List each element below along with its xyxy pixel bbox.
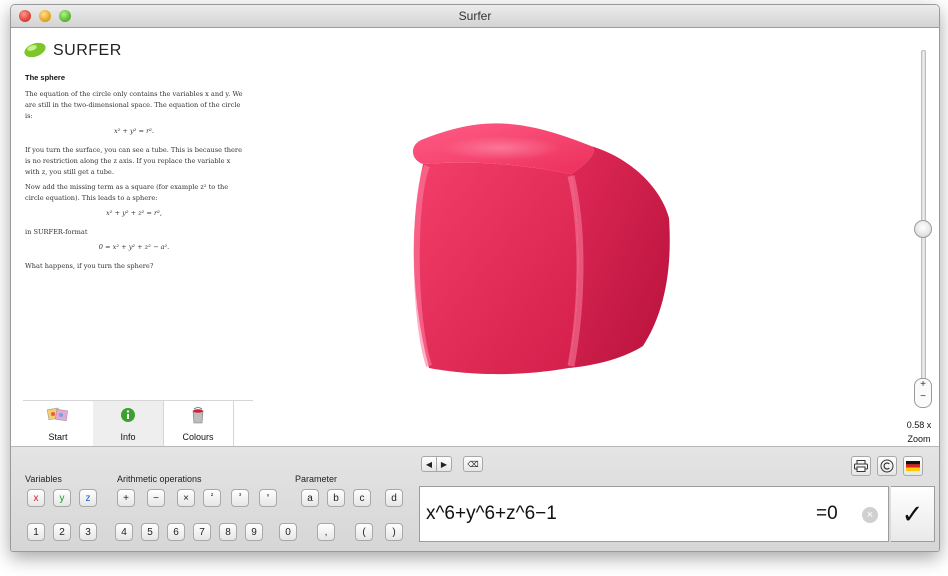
equation-input[interactable]: x^6+y^6+z^6−1 =0 × [419,486,889,542]
german-flag-icon [906,461,920,471]
key-digit[interactable]: 7 [193,523,211,541]
app-window: Surfer SURFER The sphere The equation of… [10,4,940,552]
surface-render[interactable] [331,68,751,428]
info-paragraph: in SURFER-format [25,228,88,236]
variables-label: Variables [25,474,62,484]
key-power-n[interactable]: ⁿ [259,489,277,507]
surfer-leaf-icon [24,42,46,58]
equation-text[interactable]: x^6+y^6+z^6−1 [426,503,557,525]
key-comma[interactable]: , [317,523,335,541]
tab-colours[interactable]: Colours [163,401,234,447]
info-paragraph: If you turn the surface, you can see a t… [25,146,242,176]
tab-start-label: Start [48,432,68,442]
clear-equation-icon[interactable]: × [862,507,878,523]
cursor-right-button[interactable]: ▶ [436,456,452,472]
cursor-left-button[interactable]: ◀ [421,456,437,472]
tab-start[interactable]: Start [23,401,94,447]
equation-rhs: =0 [816,503,838,524]
key-plus[interactable]: + [117,489,135,507]
info-heading: The sphere [25,73,66,82]
logo-text: SURFER [53,42,122,59]
key-digit[interactable]: 4 [115,523,133,541]
copyright-button[interactable] [877,456,897,476]
zoom-stepper[interactable]: + − [914,378,932,408]
key-digit[interactable]: 6 [167,523,185,541]
key-param-d[interactable]: d [385,489,403,507]
paint-bucket-icon [190,407,206,424]
copyright-icon [880,459,894,473]
key-close-paren[interactable]: ) [385,523,403,541]
key-minus[interactable]: − [147,489,165,507]
key-digit[interactable]: 2 [53,523,71,541]
tab-info[interactable]: Info [93,401,164,447]
info-equation: x² + y² + z² = r², [106,209,162,217]
surface-view[interactable] [331,68,751,428]
zoom-value: 0.58 x [906,420,932,430]
key-digit[interactable]: 5 [141,523,159,541]
window-title: Surfer [458,9,492,23]
zoom-slider-knob[interactable] [914,220,932,238]
info-icon [120,407,136,423]
info-equation: x² + y² = r². [113,127,155,135]
key-param-a[interactable]: a [301,489,319,507]
key-digit[interactable]: 9 [245,523,263,541]
key-y[interactable]: y [53,489,71,507]
printer-icon [854,460,868,472]
key-z[interactable]: z [79,489,97,507]
key-digit[interactable]: 3 [79,523,97,541]
info-paragraph: Now add the missing term as a square (fo… [25,183,229,202]
info-paragraph: What happens, if you turn the sphere? [25,262,154,270]
key-digit[interactable]: 8 [219,523,237,541]
gallery-icon [46,407,68,423]
key-digit[interactable]: 0 [279,523,297,541]
arithmetic-label: Arithmetic operations [117,474,202,484]
print-button[interactable] [851,456,871,476]
key-square[interactable]: ² [203,489,221,507]
main-content: SURFER The sphere The equation of the ci… [11,28,939,447]
key-digit[interactable]: 1 [27,523,45,541]
zoom-slider-track[interactable] [921,50,926,382]
zoom-out-button[interactable]: − [915,391,931,403]
info-panel: The sphere The equation of the circle on… [25,72,243,276]
key-open-paren[interactable]: ( [355,523,373,541]
zoom-label: Zoom [907,434,931,444]
key-cube[interactable]: ³ [231,489,249,507]
key-x[interactable]: x [27,489,45,507]
zoom-in-button[interactable]: + [915,379,931,391]
key-param-b[interactable]: b [327,489,345,507]
backspace-button[interactable]: ⌫ [463,456,483,472]
info-paragraph: The equation of the circle only contains… [25,90,243,120]
key-param-c[interactable]: c [353,489,371,507]
key-multiply[interactable]: × [177,489,195,507]
info-equation: 0 = x² + y² + z² − a². [98,243,170,251]
language-button[interactable] [903,456,923,476]
tab-info-label: Info [120,432,136,442]
tab-colours-label: Colours [182,432,214,442]
apply-equation-button[interactable]: ✓ [891,486,935,542]
tab-bar: Start Info Colours [23,400,253,447]
parameter-label: Parameter [295,474,338,484]
input-panel: Variables Arithmetic operations Paramete… [11,446,939,551]
title-bar: Surfer [11,5,939,28]
